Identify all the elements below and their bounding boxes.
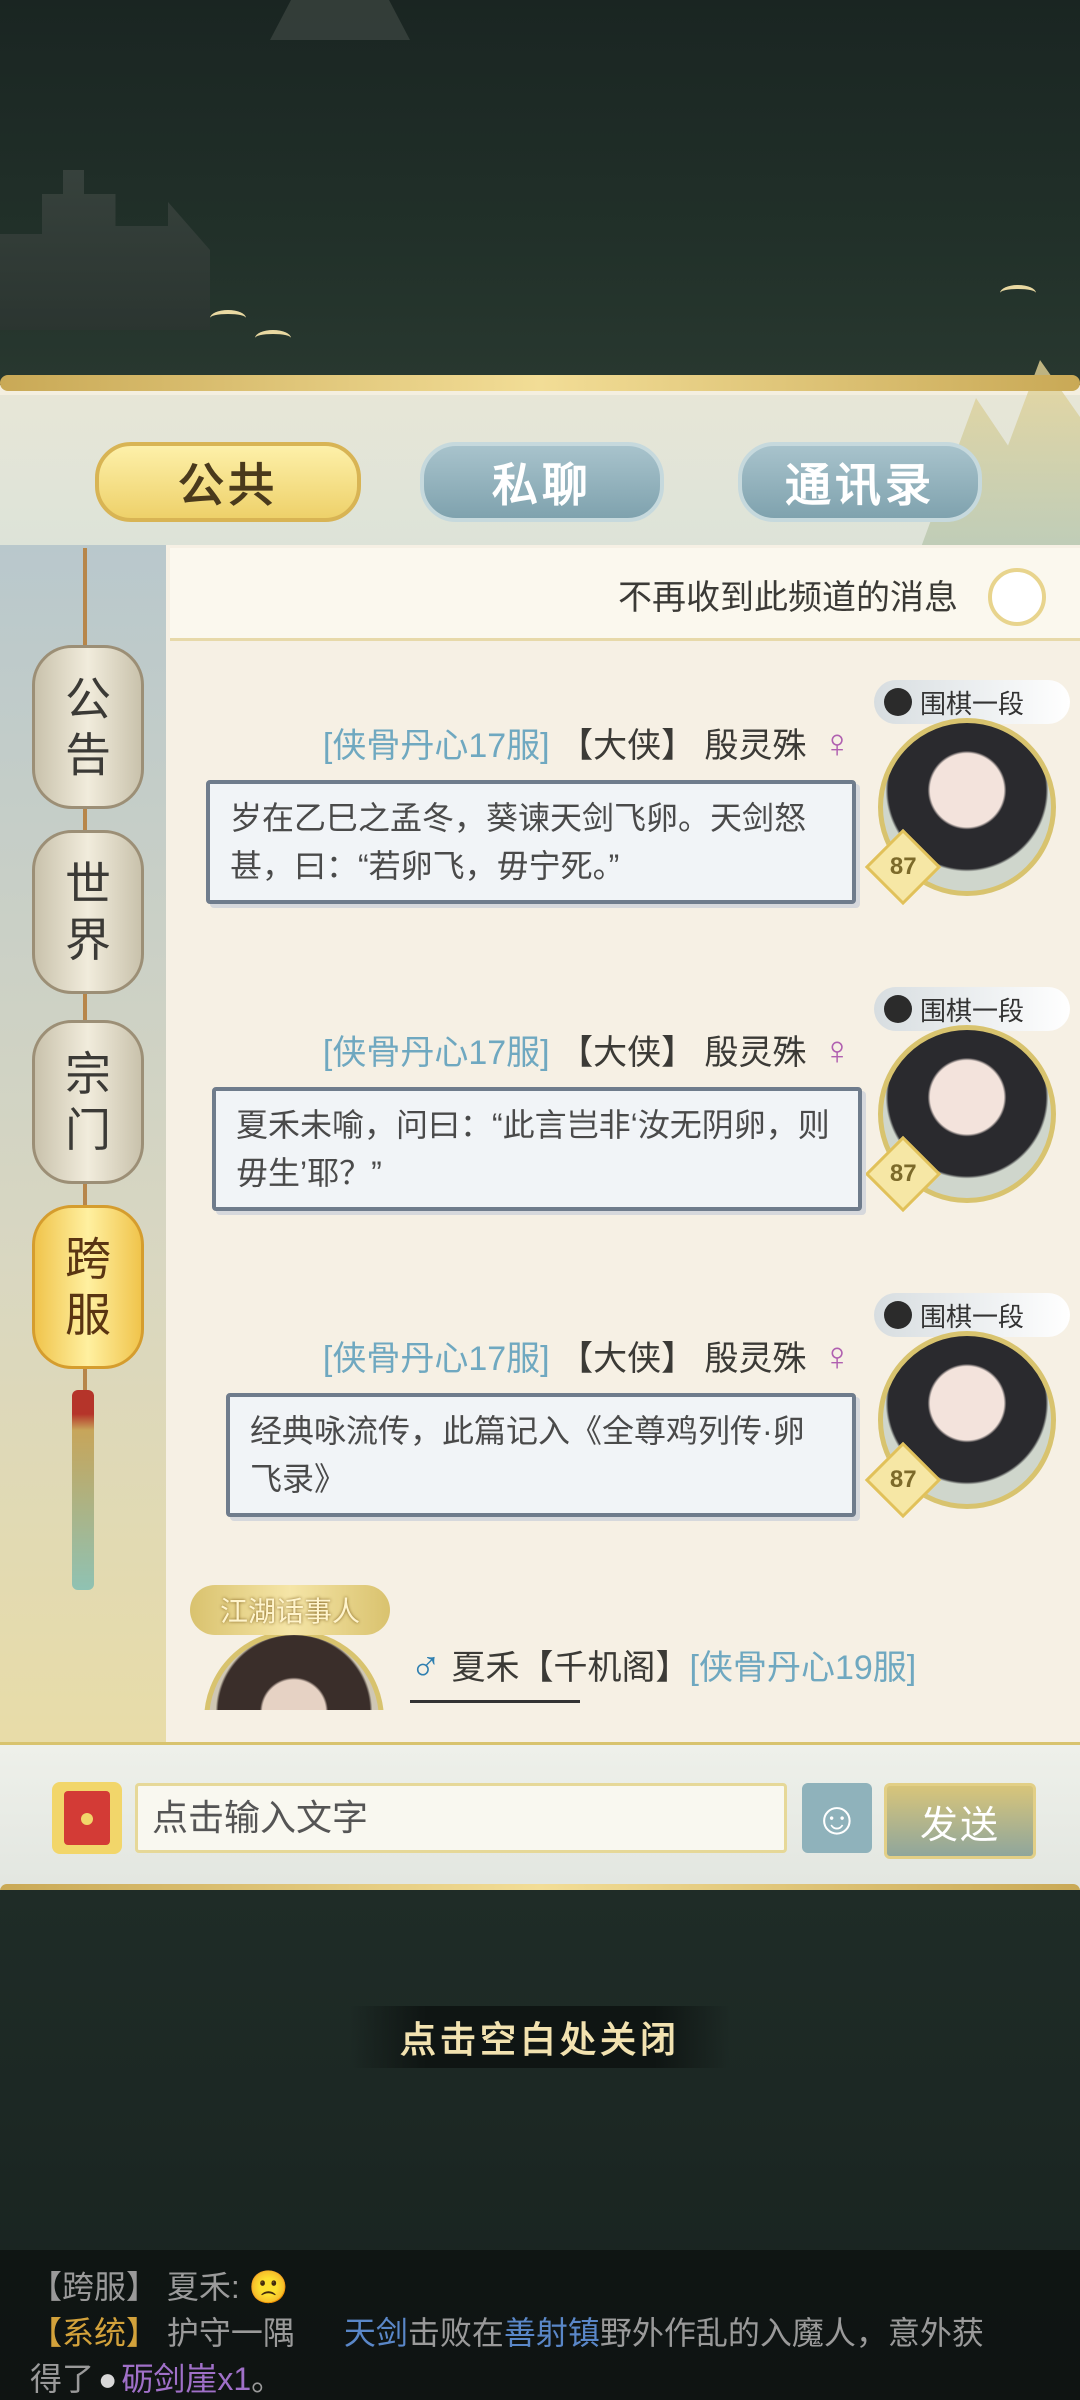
building-silhouette (270, 0, 410, 40)
level-value: 87 (889, 1465, 917, 1493)
channel-label: 跨 (65, 1233, 111, 1285)
tab-public[interactable]: 公共 (95, 442, 361, 522)
sender-name[interactable]: 殷灵殊 (705, 1340, 807, 1378)
sender-name[interactable]: 殷灵殊 (705, 1034, 807, 1072)
rank-tag: 【大侠】 (559, 727, 696, 765)
channel-label: 门 (65, 1104, 111, 1156)
mute-toggle[interactable] (988, 568, 1046, 626)
channel-label: 服 (65, 1289, 111, 1341)
sender-line: [侠骨丹心17服] 【大侠】 殷灵殊 ♀ (323, 1331, 852, 1380)
game-background[interactable] (0, 0, 1080, 420)
channel-label: 世 (65, 858, 111, 910)
ticker-item: 砺剑崖x1 (121, 2361, 252, 2397)
message-list[interactable]: 围棋一段 [侠骨丹心17服] 【大侠】 殷灵殊 ♀ 87 岁在乙巳之孟冬，葵谏天… (166, 640, 1080, 1710)
sender-line: [侠骨丹心17服] 【大侠】 殷灵殊 ♀ (323, 1025, 852, 1074)
male-icon: ♂ (410, 1641, 442, 1688)
rank-tag: 【大侠】 (559, 1340, 696, 1378)
sender-name[interactable]: 殷灵殊 (705, 727, 807, 765)
petal-icon (1000, 285, 1036, 301)
level-value: 87 (889, 1159, 917, 1187)
gold-border (0, 375, 1080, 391)
server-tag[interactable]: [侠骨丹心19服] (690, 1649, 917, 1687)
badge-label: 围棋一段 (920, 1301, 1025, 1332)
ticker-text: 护守一隅 (166, 2315, 295, 2351)
sender-line: [侠骨丹心17服] 【大侠】 殷灵殊 ♀ (323, 718, 852, 767)
channel-tag: 【系统】 (30, 2315, 159, 2351)
female-icon: ♀ (822, 1029, 852, 1073)
ticker-player: 天剑 (343, 2315, 408, 2351)
level-value: 87 (889, 852, 917, 880)
ticker-line: 【跨服】 夏禾: 🙁 (30, 2262, 289, 2308)
bird-icon (255, 330, 291, 346)
emoji-icon: 🙁 (248, 2269, 289, 2305)
channel-label: 公 (65, 673, 111, 725)
go-stone-icon (884, 688, 912, 716)
channel-tag: 【跨服】 (30, 2269, 159, 2305)
channel-label: 告 (65, 729, 111, 781)
close-hint[interactable]: 点击空白处关闭 (350, 2006, 730, 2068)
channel-announcement[interactable]: 公 告 (32, 645, 144, 809)
mute-label: 不再收到此频道的消息 (618, 579, 958, 617)
message-bubble[interactable]: 夏禾未喻，问曰：“此言岂非‘汝无阴卵，则毋生’耶？” (212, 1087, 862, 1211)
ticker-text: 。 (251, 2361, 284, 2397)
sender-name: 夏禾: (166, 2269, 240, 2305)
ticker-text: 野外作乱的入魔人，意外获 (599, 2315, 984, 2351)
red-packet-button[interactable] (52, 1782, 122, 1854)
chat-message: 围棋一段 [侠骨丹心17服] 【大侠】 殷灵殊 ♀ 87 夏禾未喻，问曰：“此言… (166, 987, 1080, 1287)
item-icon: ● (98, 2361, 118, 2397)
emoji-button[interactable]: ☺ (802, 1783, 872, 1853)
sect-tag: 【千机阁】 (519, 1649, 690, 1687)
ticker-text: 得了 (30, 2361, 95, 2397)
mute-row: 不再收到此频道的消息 (170, 548, 1080, 641)
badge-label: 围棋一段 (920, 995, 1025, 1026)
message-bubble[interactable]: 岁在乙巳之孟冬，葵谏天剑飞卵。天剑怒甚，曰：“若卵飞，毋宁死。” (206, 780, 856, 904)
server-tag[interactable]: [侠骨丹心17服] (323, 1034, 550, 1072)
divider (410, 1700, 580, 1703)
chat-ticker[interactable]: 【跨服】 夏禾: 🙁 【系统】 护守一隅 天剑击败在善射镇野外作乱的入魔人，意外… (0, 2250, 1080, 2400)
channel-label: 界 (65, 914, 111, 966)
tab-private-chat[interactable]: 私聊 (420, 442, 664, 522)
channel-world[interactable]: 世 界 (32, 830, 144, 994)
bird-icon (210, 310, 246, 326)
chat-input[interactable] (135, 1783, 787, 1853)
badge-label: 围棋一段 (920, 688, 1025, 719)
channel-label: 宗 (65, 1048, 111, 1100)
tab-contacts[interactable]: 通讯录 (738, 442, 982, 522)
server-tag[interactable]: [侠骨丹心17服] (323, 727, 550, 765)
ticker-location: 善射镇 (503, 2315, 600, 2351)
list-fade (170, 1710, 1080, 1742)
red-packet-icon (64, 1791, 110, 1845)
sender-name[interactable]: 夏禾 (452, 1649, 520, 1687)
female-icon: ♀ (822, 1335, 852, 1379)
female-icon: ♀ (822, 722, 852, 766)
title-badge: 江湖话事人 (190, 1585, 390, 1635)
ticker-text: 击败在 (407, 2315, 504, 2351)
go-stone-icon (884, 995, 912, 1023)
channel-cross-server[interactable]: 跨 服 (32, 1205, 144, 1369)
channel-sect[interactable]: 宗 门 (32, 1020, 144, 1184)
sender-line: ♂ 夏禾【千机阁】[侠骨丹心19服] (410, 1640, 916, 1689)
smile-icon: ☺ (813, 1792, 861, 1844)
message-bubble[interactable]: 经典咏流传，此篇记入《全尊鸡列传·卵飞录》 (226, 1393, 856, 1517)
chat-message: 围棋一段 [侠骨丹心17服] 【大侠】 殷灵殊 ♀ 87 岁在乙巳之孟冬，葵谏天… (166, 680, 1080, 980)
chat-message: 围棋一段 [侠骨丹心17服] 【大侠】 殷灵殊 ♀ 87 经典咏流传，此篇记入《… (166, 1293, 1080, 1593)
ticker-line: 得了 ● 砺剑崖x1。 (30, 2354, 283, 2400)
send-button[interactable]: 发送 (884, 1783, 1036, 1859)
tassel-decoration (72, 1390, 94, 1590)
ticker-line: 【系统】 护守一隅 天剑击败在善射镇野外作乱的入魔人，意外获 (30, 2308, 984, 2354)
rank-tag: 【大侠】 (559, 1034, 696, 1072)
server-tag[interactable]: [侠骨丹心17服] (323, 1340, 550, 1378)
go-stone-icon (884, 1301, 912, 1329)
